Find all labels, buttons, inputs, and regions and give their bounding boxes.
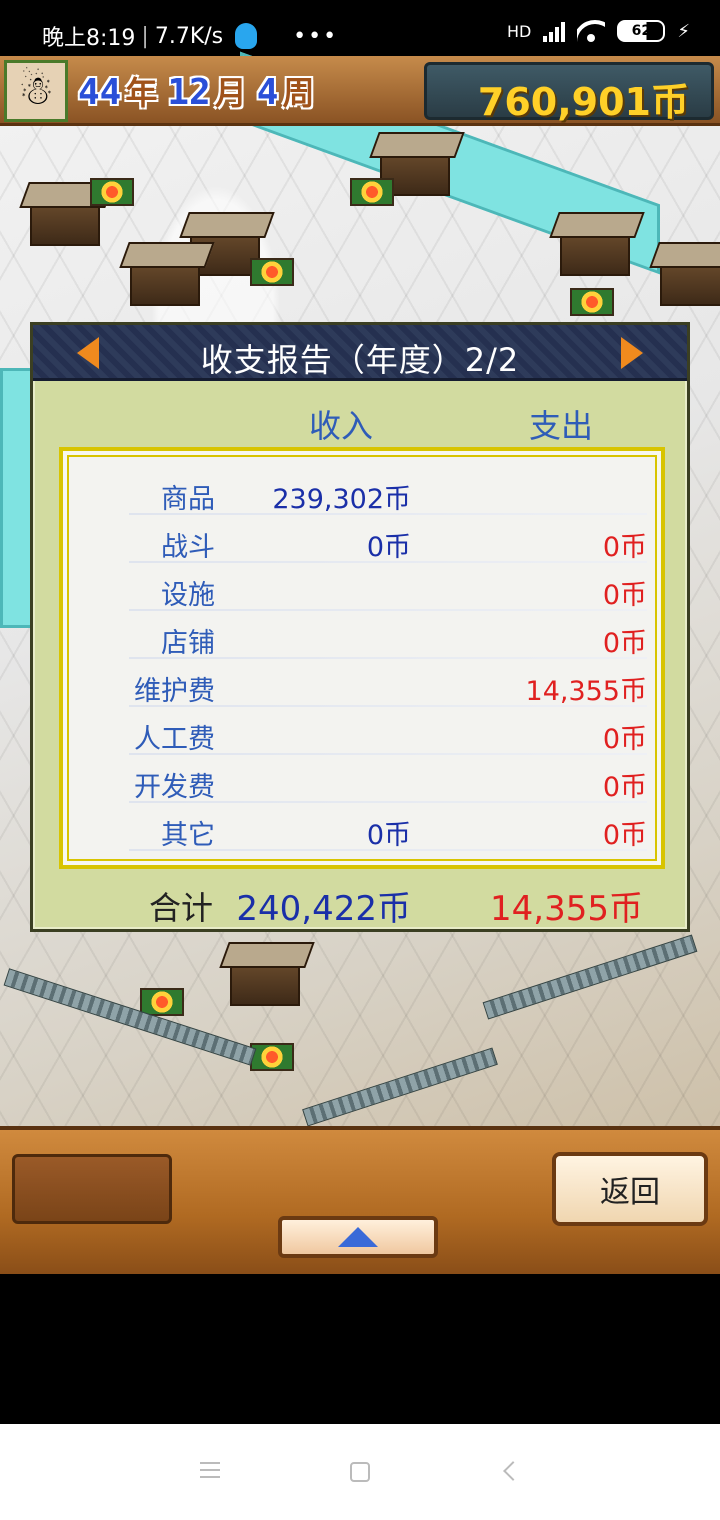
scroll-up-button[interactable] [278, 1216, 438, 1258]
flower-bed[interactable] [250, 1043, 294, 1071]
empty-slot [12, 1154, 172, 1224]
row-income: 0币 [366, 820, 411, 851]
clock: 晚上8:19 [42, 26, 136, 51]
table-row: 战斗 0币 0币 [69, 517, 655, 565]
next-page-arrow-icon[interactable] [621, 337, 643, 369]
home-icon[interactable] [350, 1462, 370, 1482]
table-row: 维护费 14,355币 [69, 661, 655, 709]
table-row: 设施 0币 [69, 565, 655, 613]
flower-bed[interactable] [250, 258, 294, 286]
income-header: 收入 [309, 407, 374, 445]
table-row: 其它 0币 0币 [69, 805, 655, 853]
building[interactable] [560, 228, 630, 276]
row-label: 商品 [161, 484, 215, 515]
game-date: 44 年 12 月 4 周 [78, 68, 320, 114]
row-label: 战斗 [161, 532, 215, 563]
game-screen: { "status_bar": { "time": "晚上8:19", "spe… [0, 0, 720, 1520]
menu-icon[interactable] [200, 1462, 220, 1478]
hd-label: HD [507, 21, 532, 41]
battery-icon: 62 [617, 20, 666, 42]
row-label: 维护费 [134, 676, 215, 707]
money-value: 760,901币 [477, 80, 689, 124]
row-expense: 0币 [602, 532, 647, 563]
money-display: 760,901币 [424, 62, 714, 124]
stone-fence [3, 968, 257, 1066]
building[interactable] [660, 258, 720, 306]
battery-level: 62 [631, 23, 652, 39]
stone-fence [482, 934, 698, 1020]
status-right: HD 62 ⚡ [507, 20, 690, 42]
row-expense: 14,355币 [525, 676, 647, 707]
income-report-dialog: 收支报告（年度）2/2 收入 支出 商品 239,302币 战斗 0币 0币 设… [30, 322, 690, 932]
row-label: 开发费 [134, 772, 215, 803]
dialog-title: 收支报告（年度）2/2 [200, 341, 520, 379]
table-row: 商品 239,302币 [69, 469, 655, 517]
table-row: 人工费 0币 [69, 709, 655, 757]
qq-icon [235, 23, 258, 49]
row-label: 其它 [161, 820, 215, 851]
month-unit: 月 [214, 74, 247, 112]
month-value: 12 [167, 72, 211, 113]
flower-bed[interactable] [350, 178, 394, 206]
table-row: 店铺 0币 [69, 613, 655, 661]
building[interactable] [130, 258, 200, 306]
row-income: 0币 [366, 532, 411, 563]
system-nav-bar [0, 1424, 720, 1520]
stone-fence [302, 1047, 498, 1127]
total-label: 合计 [149, 889, 214, 927]
flower-bed[interactable] [570, 288, 614, 316]
row-label: 设施 [161, 580, 215, 611]
row-label: 店铺 [161, 628, 215, 659]
table-row: 开发费 0币 [69, 757, 655, 805]
week-unit: 周 [282, 74, 315, 112]
report-table-inner: 商品 239,302币 战斗 0币 0币 设施 0币 店铺 0币 维护费 14,… [67, 455, 657, 861]
snowman-icon[interactable]: ☃ [4, 60, 68, 122]
row-expense: 0币 [602, 820, 647, 851]
year-unit: 年 [125, 74, 158, 112]
row-expense: 0币 [602, 628, 647, 659]
building[interactable] [230, 958, 300, 1006]
total-expense: 14,355币 [490, 889, 643, 929]
charging-icon: ⚡ [677, 20, 690, 42]
signal-icon [543, 20, 566, 42]
expense-header: 支出 [529, 407, 594, 445]
status-left: 晚上8:19 | 7.7K/s ••• [42, 20, 338, 52]
row-expense: 0币 [602, 724, 647, 755]
wifi-icon [577, 20, 605, 42]
dialog-header: 收支报告（年度）2/2 [33, 325, 687, 381]
total-row: 合计 240,422币 14,355币 [33, 877, 687, 929]
flower-bed[interactable] [90, 178, 134, 206]
week-value: 4 [256, 72, 279, 113]
back-icon[interactable] [503, 1461, 523, 1481]
back-button[interactable]: 返回 [552, 1152, 708, 1226]
row-label: 人工费 [134, 724, 215, 755]
more-icon: ••• [293, 23, 339, 49]
year-value: 44 [78, 72, 122, 113]
divider: | [141, 23, 149, 49]
report-table: 商品 239,302币 战斗 0币 0币 设施 0币 店铺 0币 维护费 14,… [59, 447, 665, 869]
row-expense: 0币 [602, 772, 647, 803]
total-income: 240,422币 [236, 889, 411, 929]
network-speed: 7.7K/s [154, 23, 224, 49]
flower-bed[interactable] [140, 988, 184, 1016]
row-income: 239,302币 [272, 484, 411, 515]
bottom-panel: 返回 [0, 1126, 720, 1274]
up-arrow-icon [338, 1227, 378, 1247]
row-expense: 0币 [602, 580, 647, 611]
